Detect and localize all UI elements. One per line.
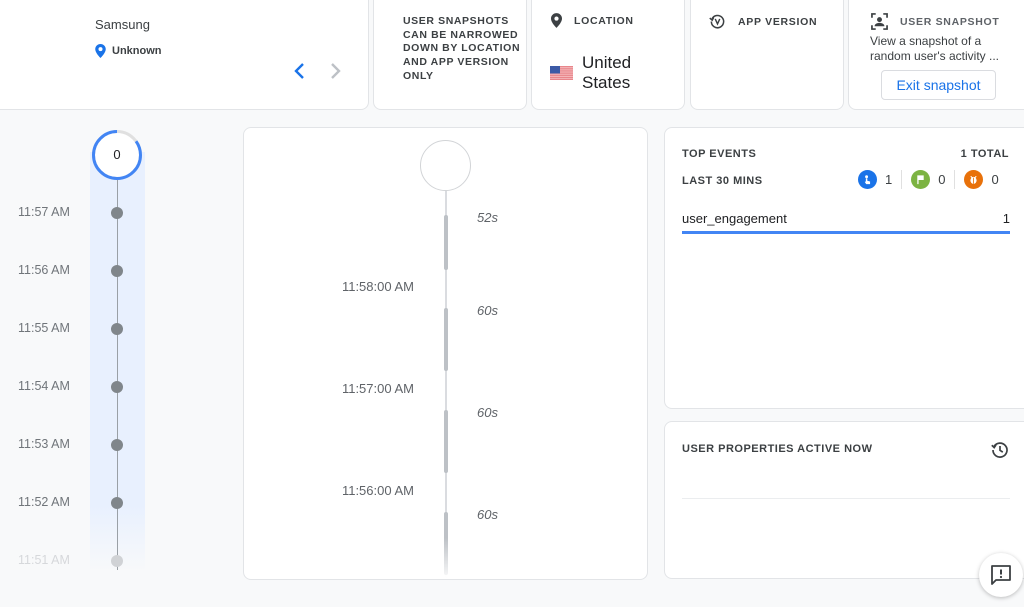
touch-event-icon <box>858 170 877 189</box>
minute-time: 11:55 AM <box>18 321 70 335</box>
minute-dot[interactable] <box>111 555 123 567</box>
session-segment[interactable] <box>444 215 448 270</box>
history-icon <box>991 442 1008 458</box>
error-bug-icon <box>964 170 984 189</box>
user-properties-title: USER PROPERTIES ACTIVE NOW <box>682 443 873 455</box>
minute-row[interactable]: 11:53 AM <box>0 435 140 455</box>
event-count-error-value: 0 <box>991 172 999 187</box>
device-location: Unknown <box>95 44 162 58</box>
minute-time: 11:54 AM <box>18 379 70 393</box>
location-label: LOCATION <box>574 14 634 27</box>
minute-dot[interactable] <box>111 265 123 277</box>
session-tick-time: 11:56:00 AM <box>341 483 414 498</box>
session-tick-time: 11:57:00 AM <box>341 381 414 396</box>
chevron-right-icon <box>331 63 341 79</box>
session-segment-duration: 60s <box>477 405 498 420</box>
user-snapshot-label: USER SNAPSHOT <box>900 15 1000 28</box>
top-events-title: TOP EVENTS <box>682 148 757 160</box>
session-segment-duration: 60s <box>477 507 498 522</box>
minute-row[interactable]: 11:56 AM <box>0 261 140 281</box>
location-country: United States <box>582 53 632 92</box>
session-segment-duration: 60s <box>477 303 498 318</box>
session-segment[interactable] <box>444 410 448 473</box>
session-segment-duration: 52s <box>477 210 498 225</box>
minute-dot[interactable] <box>111 497 123 509</box>
event-count-error: 0 <box>954 170 1007 189</box>
minute-row[interactable]: 11:55 AM <box>0 319 140 339</box>
minute-time: 11:51 AM <box>18 553 70 567</box>
user-properties-divider <box>682 498 1010 499</box>
top-events-total: 1 TOTAL <box>960 148 1009 160</box>
minute-time: 11:57 AM <box>18 205 70 219</box>
minute-time: 11:52 AM <box>18 495 70 509</box>
map-pin-icon <box>95 44 106 58</box>
location-header: LOCATION <box>551 13 634 28</box>
snapshot-hint-card: USER SNAPSHOTS CAN BE NARROWED DOWN BY L… <box>373 0 527 110</box>
snapshot-hint-text: USER SNAPSHOTS CAN BE NARROWED DOWN BY L… <box>403 15 521 82</box>
user-snapshot-card: USER SNAPSHOT View a snapshot of a rando… <box>848 0 1024 110</box>
minute-row[interactable]: 11:57 AM <box>0 203 140 223</box>
user-snapshot-header: USER SNAPSHOT <box>871 13 1000 30</box>
event-count-conversion-value: 0 <box>938 172 946 187</box>
event-row[interactable]: user_engagement 1 <box>682 208 1010 234</box>
minute-row[interactable]: 11:51 AM <box>0 551 140 571</box>
history-button[interactable] <box>990 440 1010 460</box>
session-tick-time: 11:58:00 AM <box>341 279 414 294</box>
location-pin-icon <box>551 13 562 28</box>
chevron-left-icon <box>294 63 304 79</box>
version-history-icon <box>709 14 725 29</box>
location-value: United States <box>550 53 652 93</box>
us-flag-icon <box>550 66 573 80</box>
device-card: Samsung Unknown <box>0 0 369 110</box>
location-card[interactable]: LOCATION United States <box>531 0 685 110</box>
user-snapshot-description: View a snapshot of a random user's activ… <box>870 34 999 63</box>
event-count-conversion: 0 <box>901 170 954 189</box>
event-count-touch: 1 <box>858 170 901 189</box>
minute-dot[interactable] <box>111 439 123 451</box>
current-minute-count: 0 <box>113 147 121 162</box>
conversion-flag-icon <box>911 170 931 189</box>
minute-row[interactable]: 11:54 AM <box>0 377 140 397</box>
app-version-card[interactable]: APP VERSION <box>690 0 844 110</box>
minute-dot[interactable] <box>111 323 123 335</box>
previous-user-button[interactable] <box>290 61 310 81</box>
top-events-range: LAST 30 MINS <box>682 175 763 187</box>
session-segment[interactable] <box>444 308 448 371</box>
event-name: user_engagement <box>682 211 787 226</box>
device-name: Samsung <box>95 17 150 32</box>
minute-dot[interactable] <box>111 381 123 393</box>
session-timeline-card: 52s 60s 60s 60s 11:58:00 AM 11:57:00 AM 11:56:… <box>243 127 648 580</box>
event-type-counts: 1 0 0 <box>858 170 1008 189</box>
app-version-label: APP VERSION <box>738 15 818 28</box>
session-start-node <box>420 140 471 191</box>
minute-time: 11:56 AM <box>18 263 70 277</box>
device-location-text: Unknown <box>112 45 162 57</box>
session-fade <box>439 538 453 579</box>
feedback-button[interactable] <box>979 553 1023 597</box>
event-count-touch-value: 1 <box>885 172 893 187</box>
user-focus-icon <box>871 13 888 30</box>
minute-row[interactable]: 11:52 AM <box>0 493 140 513</box>
feedback-icon <box>991 565 1011 585</box>
next-user-button[interactable] <box>325 61 345 81</box>
app-version-header: APP VERSION <box>709 13 817 30</box>
event-count: 1 <box>1002 211 1010 226</box>
minute-dot[interactable] <box>111 207 123 219</box>
minute-time: 11:53 AM <box>18 437 70 451</box>
user-properties-card: USER PROPERTIES ACTIVE NOW <box>664 421 1024 579</box>
exit-snapshot-button[interactable]: Exit snapshot <box>881 70 996 100</box>
top-events-card: TOP EVENTS 1 TOTAL LAST 30 MINS 1 0 0 us… <box>664 127 1024 409</box>
